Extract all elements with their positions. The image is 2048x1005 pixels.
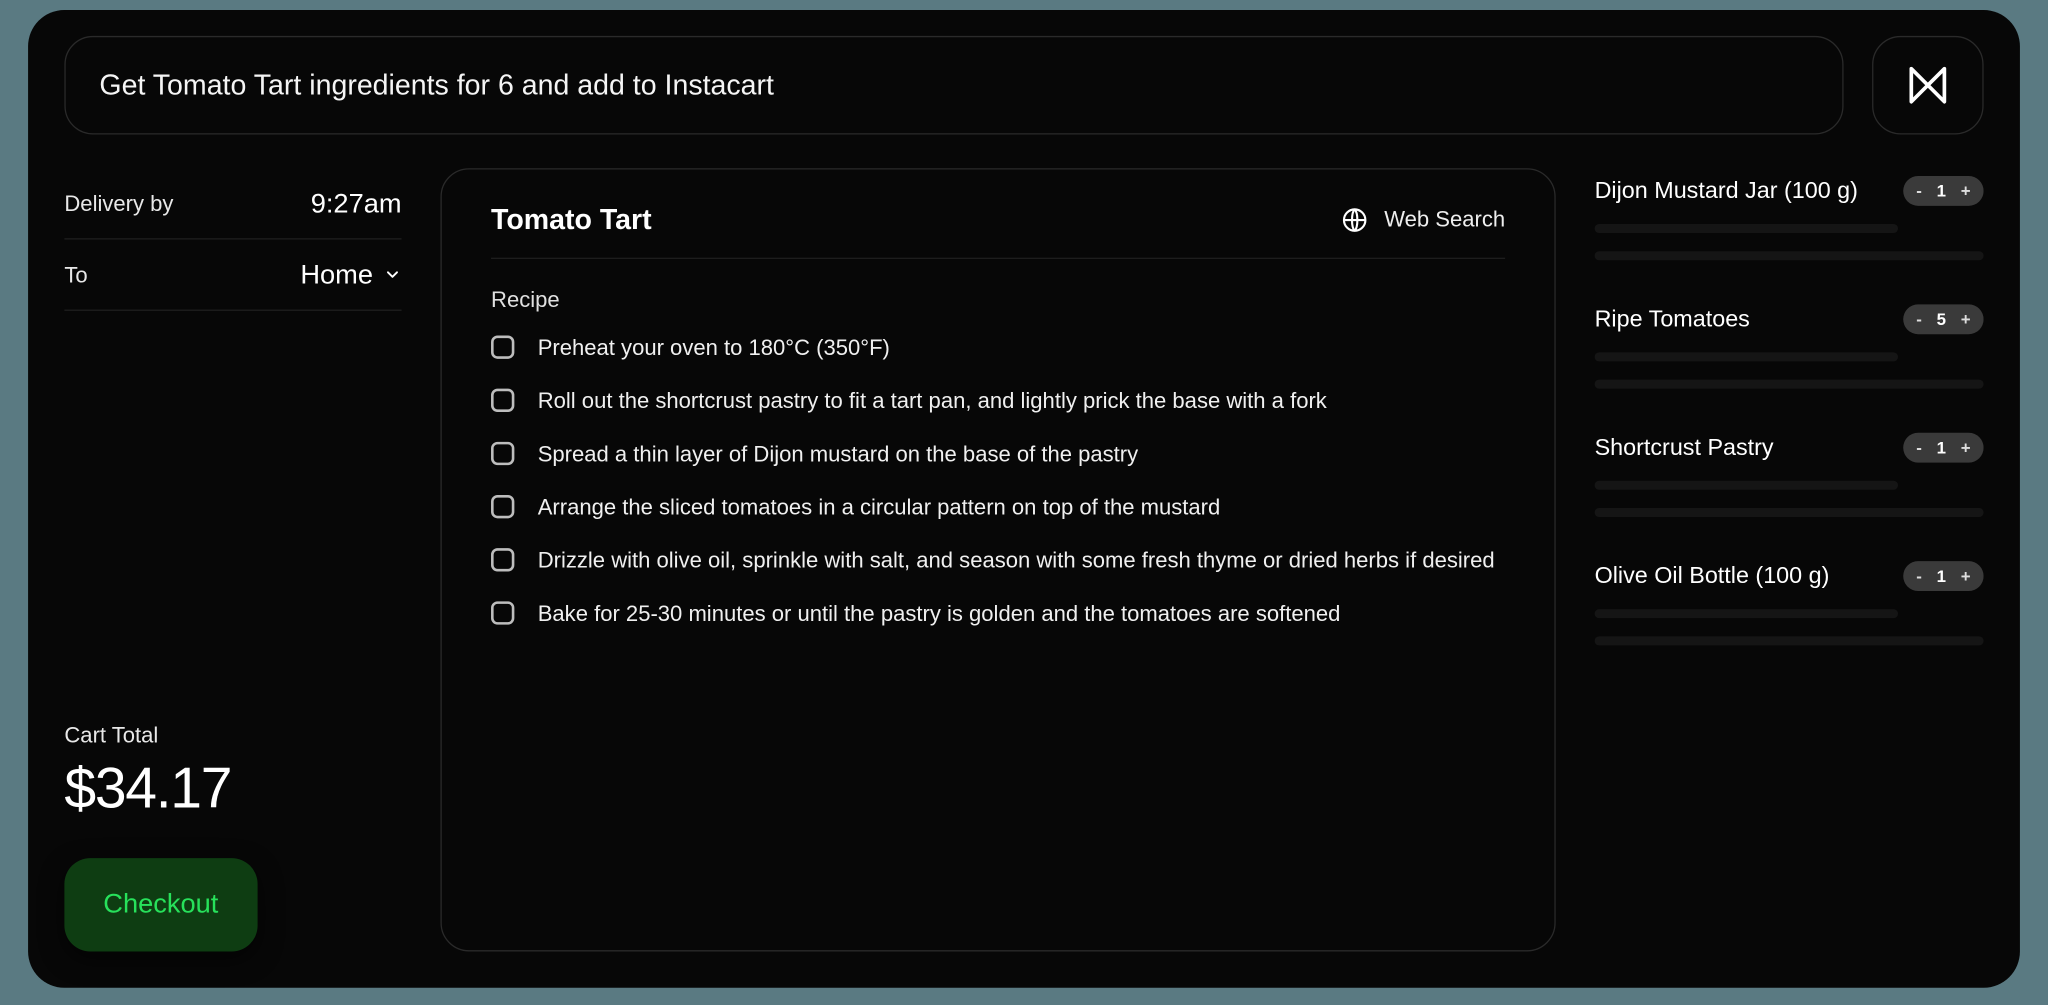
chevron-down-icon xyxy=(383,260,401,291)
delivery-time: 9:27am xyxy=(311,189,402,220)
quantity-stepper[interactable]: - 1 + xyxy=(1903,433,1983,463)
skeleton-line xyxy=(1595,224,1898,233)
qty-value: 1 xyxy=(1935,181,1948,200)
recipe-panel-header: Tomato Tart Web Search xyxy=(491,203,1505,259)
step-checkbox[interactable] xyxy=(491,389,514,412)
checkout-button[interactable]: Checkout xyxy=(64,858,257,951)
recipe-step: Spread a thin layer of Dijon mustard on … xyxy=(491,440,1505,470)
ingredient-name: Shortcrust Pastry xyxy=(1595,434,1774,461)
skeleton-line xyxy=(1595,481,1898,490)
qty-decrement[interactable]: - xyxy=(1916,566,1922,585)
step-text: Roll out the shortcrust pastry to fit a … xyxy=(538,387,1327,417)
skeleton-line xyxy=(1595,380,1984,389)
step-checkbox[interactable] xyxy=(491,548,514,571)
prompt-text: Get Tomato Tart ingredients for 6 and ad… xyxy=(99,68,774,102)
ingredient-name: Olive Oil Bottle (100 g) xyxy=(1595,562,1830,589)
cart-total-label: Cart Total xyxy=(64,723,401,749)
qty-increment[interactable]: + xyxy=(1961,438,1971,457)
qty-increment[interactable]: + xyxy=(1961,566,1971,585)
web-search-label: Web Search xyxy=(1384,207,1505,233)
qty-increment[interactable]: + xyxy=(1961,310,1971,329)
step-text: Spread a thin layer of Dijon mustard on … xyxy=(538,440,1138,470)
skeleton-line xyxy=(1595,251,1984,260)
to-value: Home xyxy=(300,260,373,291)
quantity-stepper[interactable]: - 1 + xyxy=(1903,176,1983,206)
app-logo-button[interactable] xyxy=(1872,36,1984,135)
quantity-stepper[interactable]: - 1 + xyxy=(1903,561,1983,591)
ingredients-column: Dijon Mustard Jar (100 g) - 1 + Ripe Tom… xyxy=(1595,168,1984,951)
left-column: Delivery by 9:27am To Home Cart Total $3… xyxy=(64,168,401,951)
step-text: Drizzle with olive oil, sprinkle with sa… xyxy=(538,547,1495,577)
step-checkbox[interactable] xyxy=(491,601,514,624)
skeleton-line xyxy=(1595,508,1984,517)
recipe-panel: Tomato Tart Web Search Recipe Preheat yo… xyxy=(440,168,1555,951)
delivery-label: Delivery by xyxy=(64,192,173,218)
to-label: To xyxy=(64,263,87,289)
qty-value: 5 xyxy=(1935,310,1948,329)
delivery-row: Delivery by 9:27am xyxy=(64,168,401,239)
ingredient-name: Ripe Tomatoes xyxy=(1595,306,1750,333)
qty-decrement[interactable]: - xyxy=(1916,181,1922,200)
qty-value: 1 xyxy=(1935,566,1948,585)
cart-total-value: $34.17 xyxy=(64,757,401,822)
recipe-steps: Preheat your oven to 180°C (350°F) Roll … xyxy=(491,334,1505,629)
recipe-title: Tomato Tart xyxy=(491,203,652,237)
recipe-step: Preheat your oven to 180°C (350°F) xyxy=(491,334,1505,364)
qty-decrement[interactable]: - xyxy=(1916,438,1922,457)
recipe-step: Roll out the shortcrust pastry to fit a … xyxy=(491,387,1505,417)
ingredient-item: Dijon Mustard Jar (100 g) - 1 + xyxy=(1595,176,1984,260)
skeleton-line xyxy=(1595,636,1984,645)
web-search-button[interactable]: Web Search xyxy=(1340,206,1505,235)
to-value-dropdown[interactable]: Home xyxy=(300,260,401,291)
bowtie-logo-icon xyxy=(1906,63,1950,107)
main-row: Delivery by 9:27am To Home Cart Total $3… xyxy=(64,168,1983,951)
ingredient-item: Ripe Tomatoes - 5 + xyxy=(1595,304,1984,388)
step-text: Preheat your oven to 180°C (350°F) xyxy=(538,334,890,364)
step-checkbox[interactable] xyxy=(491,335,514,358)
recipe-step: Arrange the sliced tomatoes in a circula… xyxy=(491,493,1505,523)
ingredient-name: Dijon Mustard Jar (100 g) xyxy=(1595,177,1858,204)
skeleton-line xyxy=(1595,352,1898,361)
step-checkbox[interactable] xyxy=(491,495,514,518)
prompt-input[interactable]: Get Tomato Tart ingredients for 6 and ad… xyxy=(64,36,1843,135)
step-text: Arrange the sliced tomatoes in a circula… xyxy=(538,493,1221,523)
skeleton-line xyxy=(1595,609,1898,618)
qty-decrement[interactable]: - xyxy=(1916,310,1922,329)
header-row: Get Tomato Tart ingredients for 6 and ad… xyxy=(64,36,1983,135)
recipe-step: Bake for 25-30 minutes or until the past… xyxy=(491,600,1505,630)
recipe-step: Drizzle with olive oil, sprinkle with sa… xyxy=(491,547,1505,577)
quantity-stepper[interactable]: - 5 + xyxy=(1903,304,1983,334)
ingredient-item: Olive Oil Bottle (100 g) - 1 + xyxy=(1595,561,1984,645)
step-text: Bake for 25-30 minutes or until the past… xyxy=(538,600,1341,630)
step-checkbox[interactable] xyxy=(491,442,514,465)
recipe-section-label: Recipe xyxy=(491,288,1505,314)
qty-value: 1 xyxy=(1935,438,1948,457)
ingredient-item: Shortcrust Pastry - 1 + xyxy=(1595,433,1984,517)
globe-icon xyxy=(1340,206,1369,235)
destination-row[interactable]: To Home xyxy=(64,240,401,311)
qty-increment[interactable]: + xyxy=(1961,181,1971,200)
app-window: Get Tomato Tart ingredients for 6 and ad… xyxy=(28,10,2020,988)
